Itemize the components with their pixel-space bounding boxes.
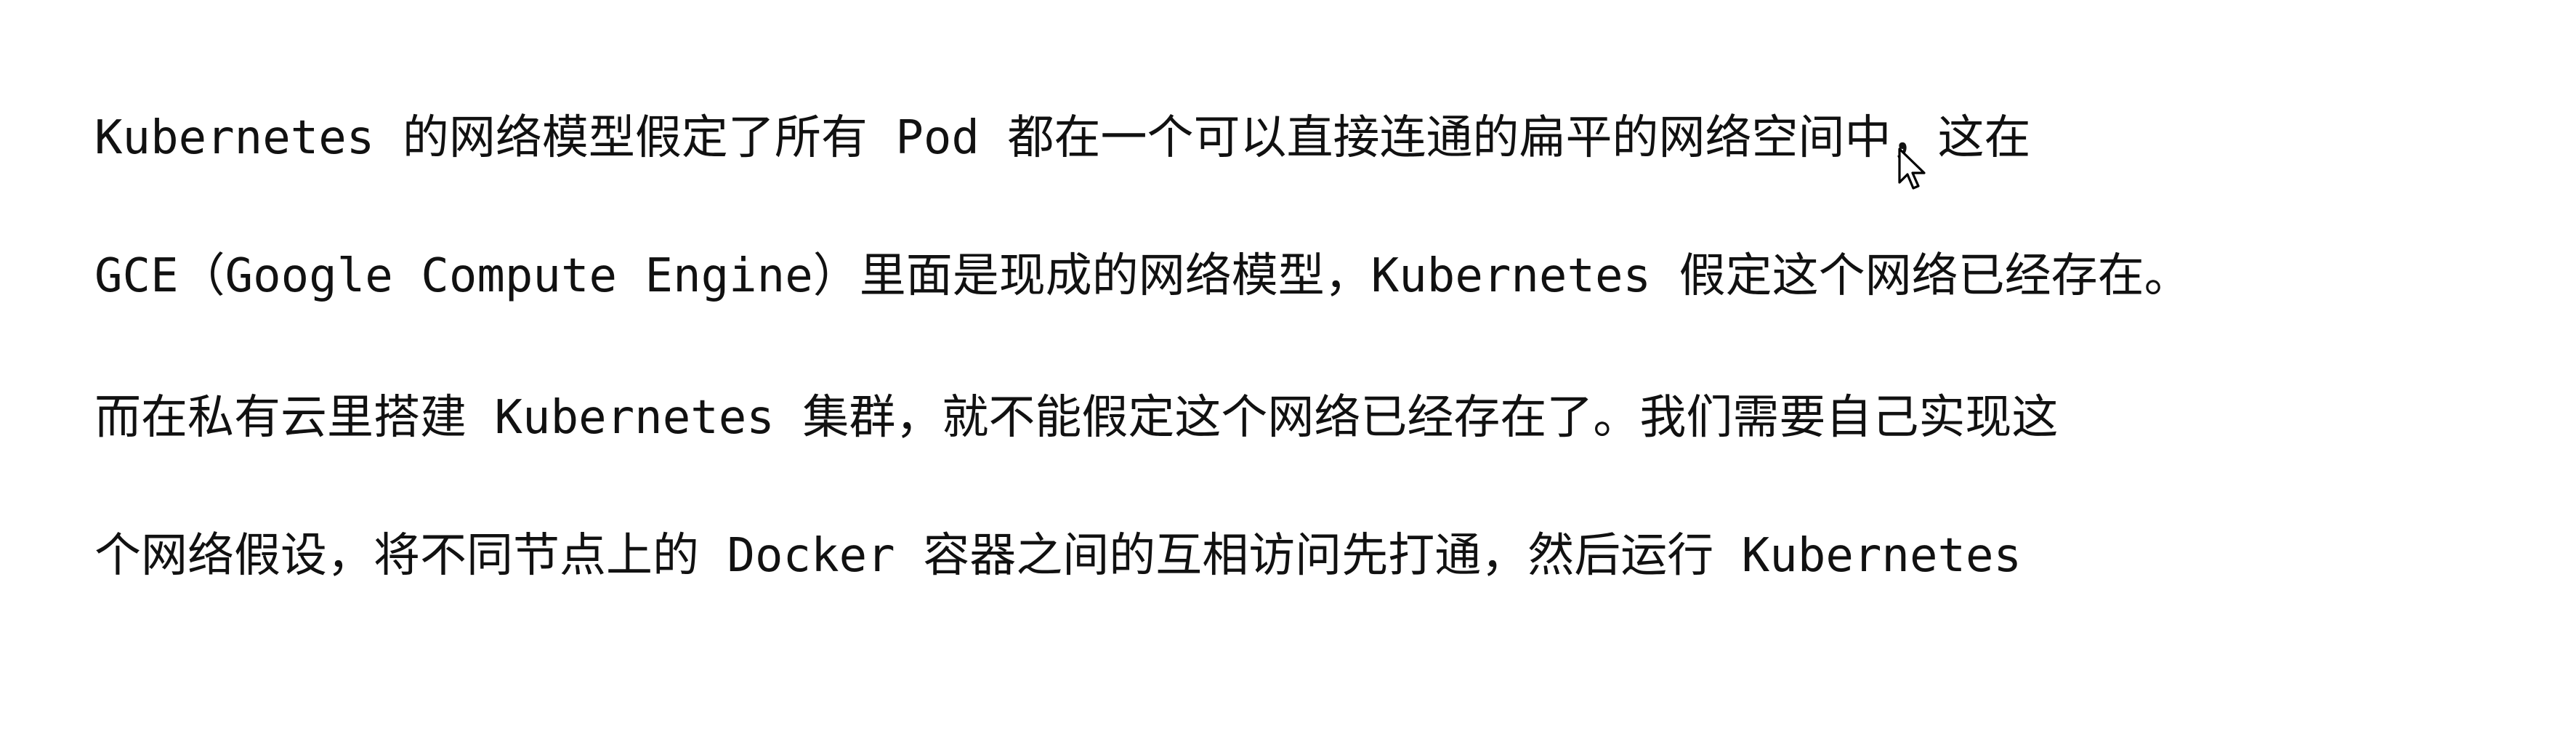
document-page: Kubernetes 的网络模型假定了所有 Pod 都在一个可以直接连通的扁平的…: [0, 0, 2576, 731]
paragraph-line-2: GCE（Google Compute Engine）里面是现成的网络模型，Kub…: [94, 249, 2191, 303]
paragraph-line-1: Kubernetes 的网络模型假定了所有 Pod 都在一个可以直接连通的扁平的…: [94, 111, 2031, 165]
mouse-pointer-icon: [1898, 148, 1926, 190]
paragraph-line-3: 而在私有云里搭建 Kubernetes 集群，就不能假定这个网络已经存在了。我们…: [94, 391, 2059, 445]
paragraph-line-4: 个网络假设，将不同节点上的 Docker 容器之间的互相访问先打通，然后运行 K…: [94, 529, 2022, 583]
